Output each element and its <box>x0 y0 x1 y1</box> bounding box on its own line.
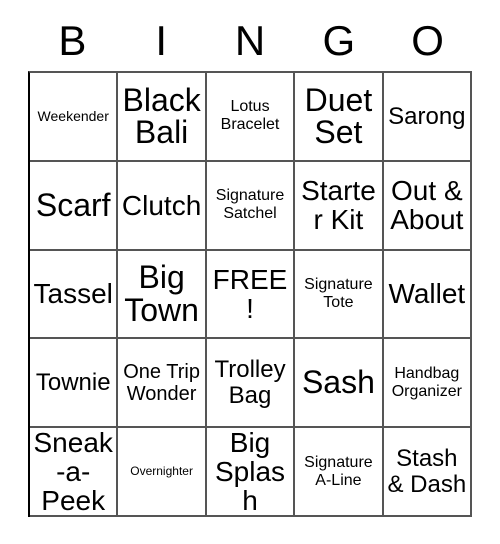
bingo-cell[interactable]: Starter Kit <box>295 161 384 251</box>
bingo-cell-label: Townie <box>35 369 111 397</box>
bingo-free-cell[interactable]: FREE! <box>206 250 296 340</box>
bingo-cell[interactable]: Big Splash <box>206 428 296 517</box>
bingo-cell-label: Sneak-a-Peek <box>33 428 113 517</box>
bingo-row: Weekender Black Bali Lotus Bracelet Duet… <box>30 73 473 162</box>
bingo-cell[interactable]: Wallet <box>383 250 473 340</box>
bingo-cell[interactable]: Lotus Bracelet <box>206 73 296 162</box>
bingo-cell-label: Black Bali <box>122 81 201 151</box>
bingo-cell-label: Sash <box>301 364 375 401</box>
bingo-cell[interactable]: Signature Satchel <box>206 161 296 251</box>
bingo-header-letter-b: B <box>58 17 87 64</box>
bingo-cell-label: Overnighter <box>130 463 193 478</box>
bingo-cell[interactable]: Townie <box>30 339 119 429</box>
bingo-card: B I N G O Weekender Black Bali Lotus Bra… <box>0 0 500 544</box>
bingo-cell[interactable]: Big Town <box>118 250 207 340</box>
bingo-cell[interactable]: Black Bali <box>118 73 207 162</box>
bingo-cell[interactable]: Sash <box>295 339 384 429</box>
bingo-cell-label: Tassel <box>33 278 113 310</box>
bingo-cell-label: Sarong <box>388 102 466 130</box>
bingo-cell-label: Handbag Organizer <box>391 364 462 400</box>
bingo-cell[interactable]: Duet Set <box>295 73 384 162</box>
bingo-cell-label: Out & About <box>390 175 464 236</box>
bingo-cell-label: Duet Set <box>304 81 373 151</box>
bingo-cell-label: Big Splash <box>214 428 286 517</box>
bingo-cell-label: One Trip Wonder <box>123 360 200 405</box>
bingo-row: Tassel Big Town FREE! Signature Tote Wal… <box>30 250 473 340</box>
bingo-cell[interactable]: Out & About <box>383 161 473 251</box>
bingo-cell-label: Wallet <box>388 278 466 310</box>
bingo-cell[interactable]: Tassel <box>30 250 119 340</box>
bingo-cell[interactable]: Overnighter <box>118 428 207 517</box>
bingo-cell-label: Trolley Bag <box>214 356 286 409</box>
bingo-header-letter-i: I <box>155 17 168 64</box>
bingo-header-letter-o: O <box>411 17 444 64</box>
bingo-cell-label: Starter Kit <box>301 175 376 236</box>
bingo-cell-label: Signature Tote <box>304 276 373 311</box>
bingo-row: Scarf Clutch Signature Satchel Starter K… <box>30 161 473 251</box>
bingo-row: Townie One Trip Wonder Trolley Bag Sash … <box>30 339 473 429</box>
bingo-free-label: FREE! <box>212 263 288 324</box>
bingo-cell[interactable]: Signature A-Line <box>295 428 384 517</box>
bingo-cell-label: Big Town <box>124 259 199 328</box>
bingo-cell-label: Stash & Dash <box>387 445 467 498</box>
bingo-header-letter-g: G <box>322 17 356 64</box>
bingo-row: Sneak-a-Peek Overnighter Big Splash Sign… <box>30 428 473 517</box>
bingo-header-letter-n: N <box>234 17 266 64</box>
bingo-grid: Weekender Black Bali Lotus Bracelet Duet… <box>28 71 473 517</box>
bingo-cell[interactable]: Handbag Organizer <box>383 339 473 429</box>
bingo-cell[interactable]: Signature Tote <box>295 250 384 340</box>
bingo-cell-label: Scarf <box>35 186 111 223</box>
bingo-cell[interactable]: Sarong <box>383 73 473 162</box>
bingo-cell-label: Signature A-Line <box>304 453 373 489</box>
bingo-cell[interactable]: One Trip Wonder <box>118 339 207 429</box>
bingo-cell-label: Lotus Bracelet <box>220 98 280 134</box>
bingo-cell[interactable]: Scarf <box>30 161 119 251</box>
bingo-cell[interactable]: Clutch <box>118 161 207 251</box>
bingo-header: B I N G O <box>28 14 472 68</box>
bingo-cell-label: Signature Satchel <box>215 187 285 223</box>
bingo-cell[interactable]: Sneak-a-Peek <box>30 428 119 517</box>
bingo-cell-label: Weekender <box>37 107 109 124</box>
bingo-cell-label: Clutch <box>121 189 202 221</box>
bingo-cell[interactable]: Stash & Dash <box>383 428 473 517</box>
bingo-cell[interactable]: Trolley Bag <box>206 339 296 429</box>
bingo-cell[interactable]: Weekender <box>30 73 119 162</box>
